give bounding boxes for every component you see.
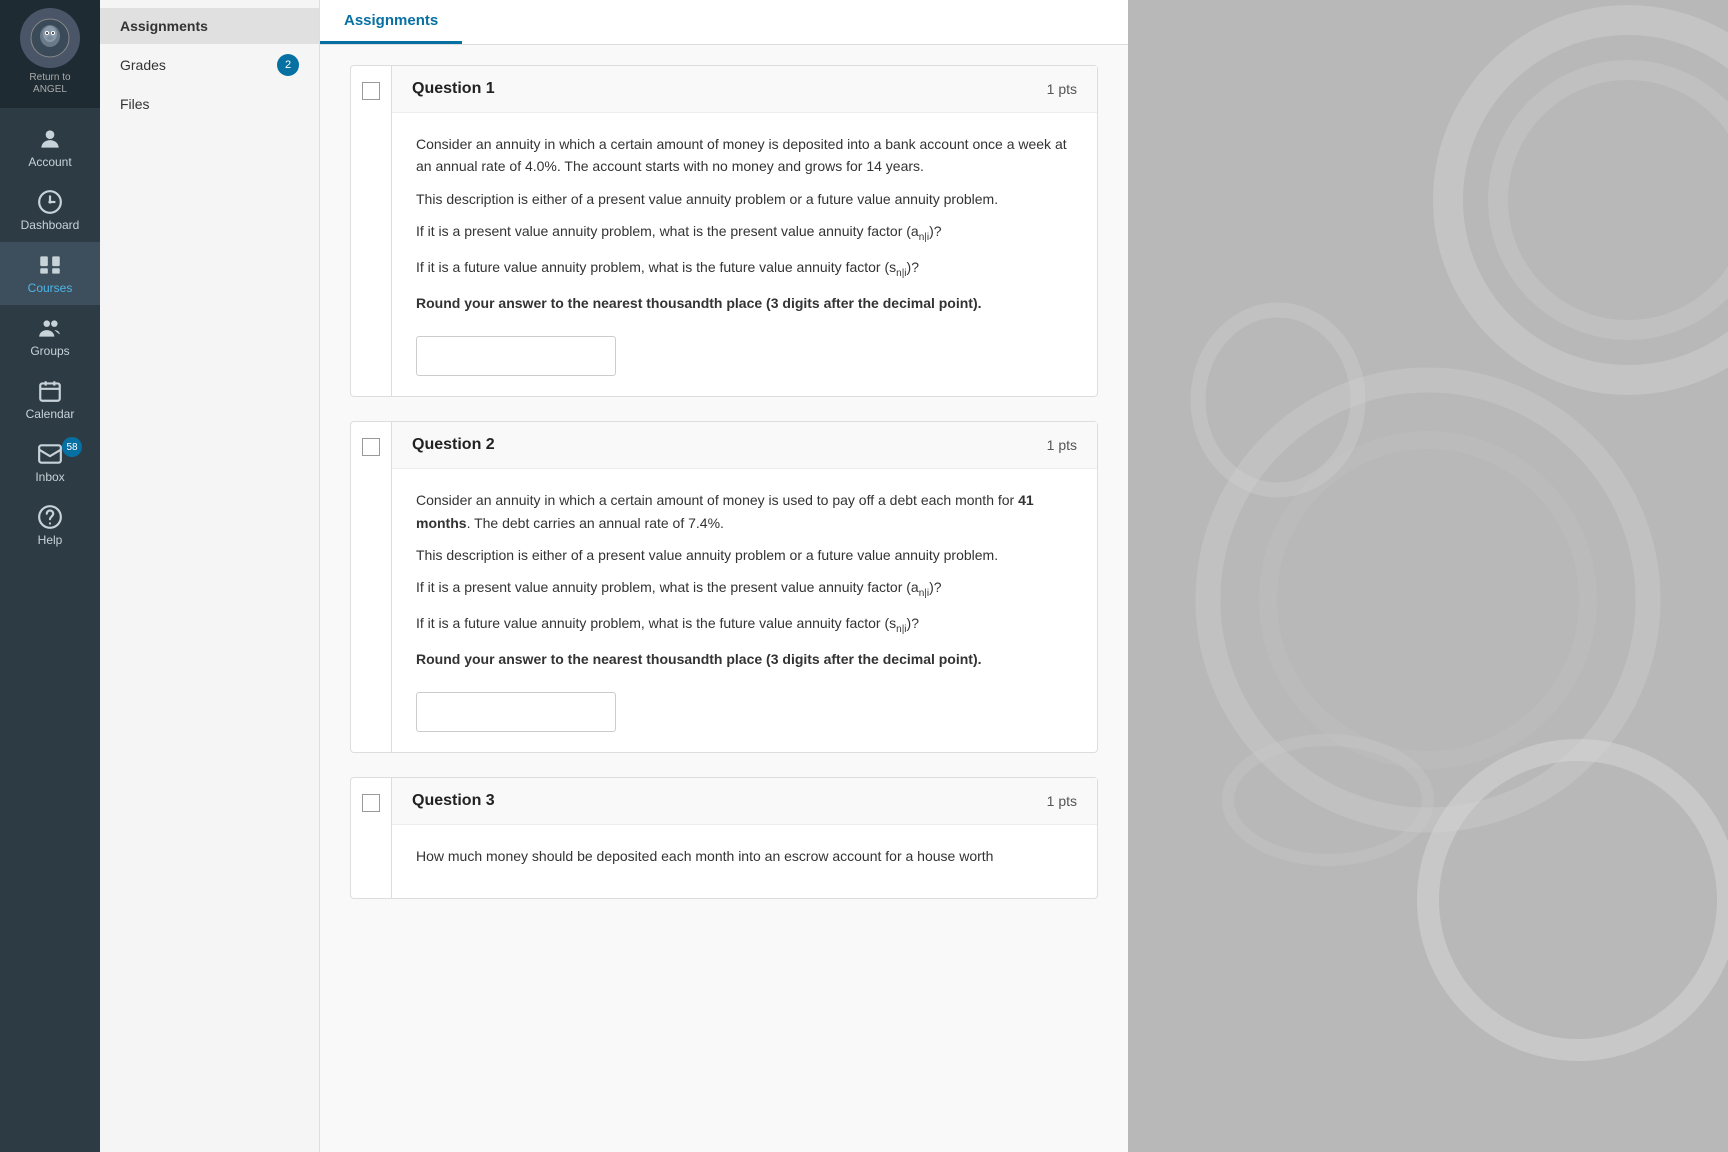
sidebar-dashboard-label: Dashboard [21, 218, 80, 232]
main-content: Assignments Question 1 1 pts Consider an… [320, 0, 1128, 1152]
question-card-2: Question 2 1 pts Consider an annuity in … [350, 421, 1098, 753]
sidebar-item-groups[interactable]: Groups [0, 305, 100, 368]
sidebar-help-label: Help [38, 533, 63, 547]
course-nav-grades[interactable]: Grades 2 [100, 44, 319, 86]
return-to-angel-logo[interactable] [20, 8, 80, 68]
q1-checkbox-col [351, 66, 391, 396]
sidebar-calendar-label: Calendar [26, 407, 75, 421]
background-right [1128, 0, 1728, 1152]
q3-title: Question 3 [412, 792, 495, 810]
main-header: Assignments [320, 0, 1128, 45]
q1-p5: Round your answer to the nearest thousan… [416, 292, 1073, 314]
q2-p5: Round your answer to the nearest thousan… [416, 648, 1073, 670]
grades-badge: 2 [277, 54, 299, 76]
sidebar-item-help[interactable]: Help [0, 494, 100, 557]
sidebar-item-courses[interactable]: Courses [0, 242, 100, 305]
q1-answer-input[interactable] [416, 336, 616, 376]
sidebar-item-account[interactable]: Account [0, 116, 100, 179]
q3-content: How much money should be deposited each … [392, 825, 1097, 897]
background-circles-svg [1128, 0, 1728, 1152]
sidebar-item-dashboard[interactable]: Dashboard [0, 179, 100, 242]
q1-body: Question 1 1 pts Consider an annuity in … [391, 66, 1097, 396]
q3-pts: 1 pts [1047, 793, 1077, 809]
q2-answer-input[interactable] [416, 692, 616, 732]
q3-header: Question 3 1 pts [392, 778, 1097, 825]
q2-p1: Consider an annuity in which a certain a… [416, 489, 1073, 534]
course-nav: Assignments Grades 2 Files [100, 0, 320, 1152]
sidebar-item-calendar[interactable]: Calendar [0, 368, 100, 431]
q3-checkbox-col [351, 778, 391, 897]
q3-checkbox[interactable] [362, 794, 380, 812]
q1-p1: Consider an annuity in which a certain a… [416, 133, 1073, 178]
q3-p1: How much money should be deposited each … [416, 845, 1073, 867]
sidebar-item-inbox[interactable]: 58 Inbox [0, 431, 100, 494]
sidebar-courses-label: Courses [28, 281, 73, 295]
sidebar-top: Return toANGEL [0, 0, 100, 108]
q2-checkbox[interactable] [362, 438, 380, 456]
return-label: Return toANGEL [29, 72, 70, 96]
sidebar-account-label: Account [28, 155, 71, 169]
sidebar-nav: Account Dashboard Courses [0, 108, 100, 1152]
course-nav-files[interactable]: Files [100, 86, 319, 122]
q2-title: Question 2 [412, 436, 495, 454]
inbox-badge: 58 [62, 437, 82, 457]
question-card-1: Question 1 1 pts Consider an annuity in … [350, 65, 1098, 397]
q1-checkbox[interactable] [362, 82, 380, 100]
q1-content: Consider an annuity in which a certain a… [392, 113, 1097, 396]
q3-body: Question 3 1 pts How much money should b… [391, 778, 1097, 897]
q2-header: Question 2 1 pts [392, 422, 1097, 469]
q1-p2: This description is either of a present … [416, 188, 1073, 210]
q1-p3: If it is a present value annuity problem… [416, 220, 1073, 246]
course-nav-items: Assignments Grades 2 Files [100, 0, 319, 130]
course-nav-assignments[interactable]: Assignments [100, 8, 319, 44]
q1-p4: If it is a future value annuity problem,… [416, 256, 1073, 282]
q1-pts: 1 pts [1047, 81, 1077, 97]
sidebar-groups-label: Groups [30, 344, 69, 358]
q2-pts: 1 pts [1047, 437, 1077, 453]
q2-content: Consider an annuity in which a certain a… [392, 469, 1097, 752]
main-assignments-tab[interactable]: Assignments [320, 0, 462, 44]
q2-checkbox-col [351, 422, 391, 752]
q2-p3: If it is a present value annuity problem… [416, 576, 1073, 602]
q2-body: Question 2 1 pts Consider an annuity in … [391, 422, 1097, 752]
sidebar-inbox-label: Inbox [35, 470, 64, 484]
sidebar: Return toANGEL Account Dashboard [0, 0, 100, 1152]
q2-p2: This description is either of a present … [416, 544, 1073, 566]
q2-p4: If it is a future value annuity problem,… [416, 612, 1073, 638]
q1-header: Question 1 1 pts [392, 66, 1097, 113]
question-card-3: Question 3 1 pts How much money should b… [350, 777, 1098, 898]
main-body: Question 1 1 pts Consider an annuity in … [320, 45, 1128, 1152]
q1-title: Question 1 [412, 80, 495, 98]
